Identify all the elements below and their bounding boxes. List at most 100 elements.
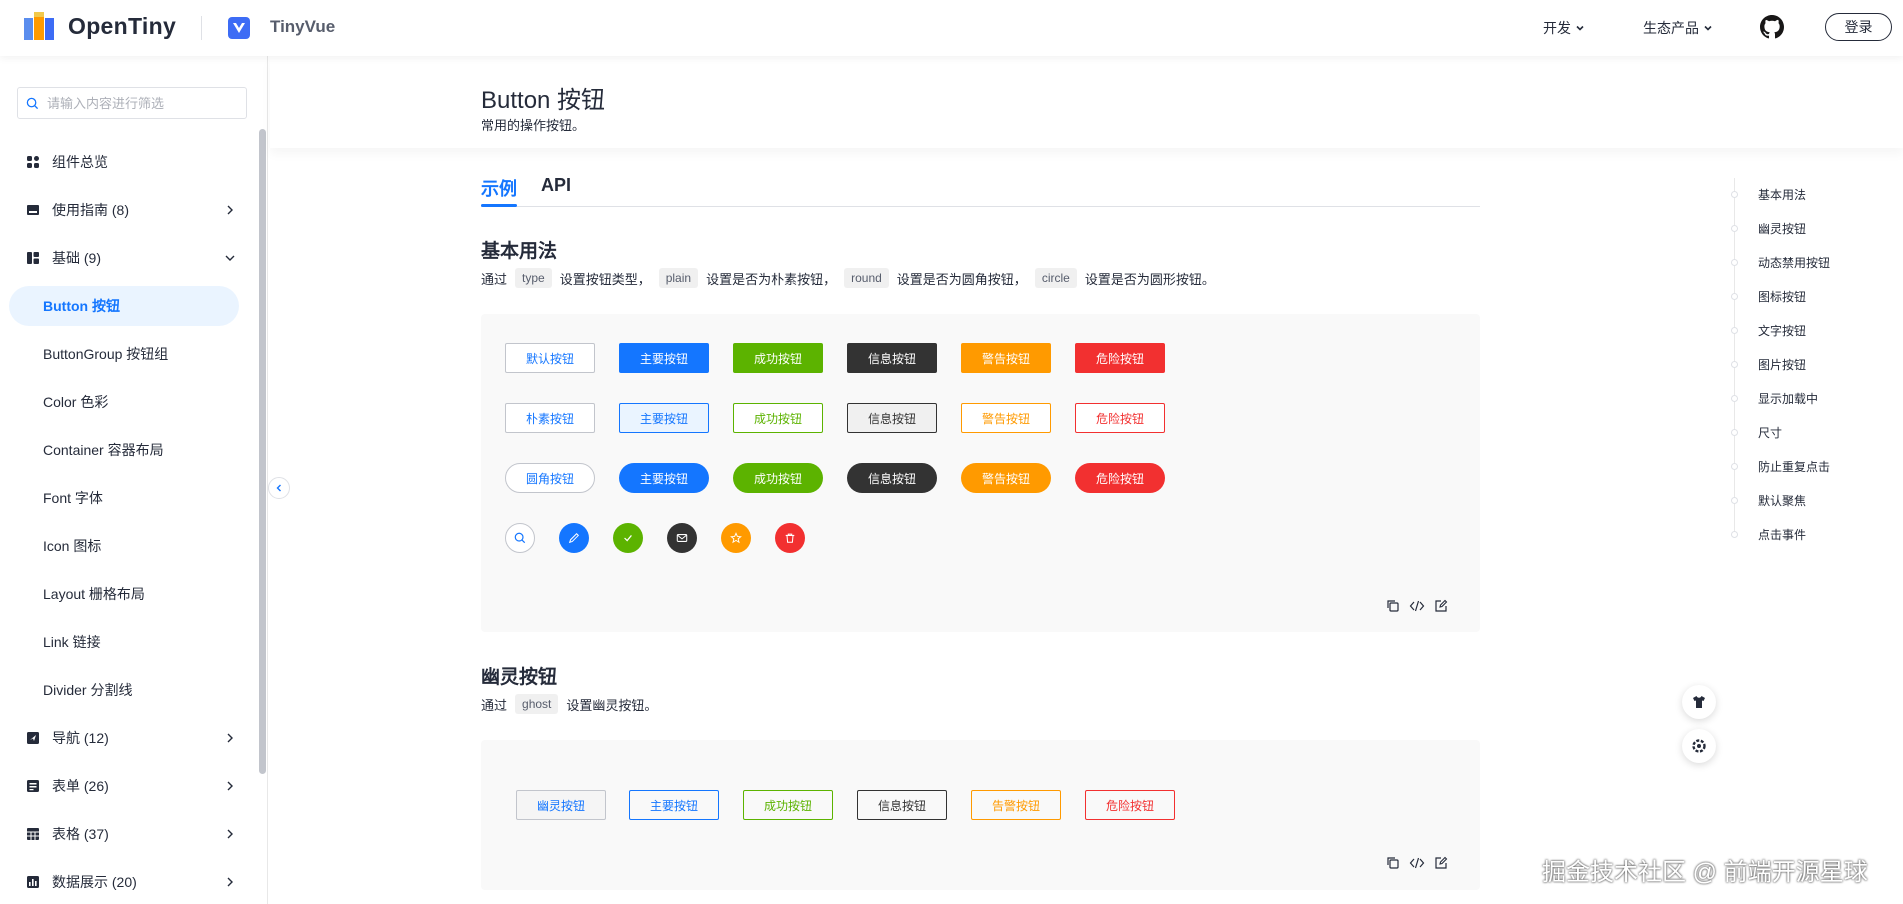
top-header: OpenTiny TinyVue 开发 生态产品 登录: [0, 0, 1903, 56]
edit-icon[interactable]: [1433, 855, 1449, 871]
anchor-item[interactable]: 图片按钮: [1731, 354, 1806, 374]
product-name[interactable]: TinyVue: [270, 17, 335, 37]
sidebar-collapse-button[interactable]: [268, 477, 290, 499]
ghost-danger-button[interactable]: 危险按钮: [1085, 790, 1175, 820]
ghost-warning-button[interactable]: 告警按钮: [971, 790, 1061, 820]
anchor-item[interactable]: 防止重复点击: [1731, 456, 1830, 476]
copy-icon[interactable]: [1385, 855, 1401, 871]
plain-default-button[interactable]: 朴素按钮: [505, 403, 595, 433]
brand-name[interactable]: OpenTiny: [68, 13, 176, 40]
code-view-icon[interactable]: [1409, 855, 1425, 871]
ghost-info-button[interactable]: 信息按钮: [857, 790, 947, 820]
round-primary-button[interactable]: 主要按钮: [619, 463, 709, 493]
anchor-item[interactable]: 点击事件: [1731, 524, 1806, 544]
circle-edit-button[interactable]: [559, 523, 589, 553]
sidebar-item-navigation[interactable]: 导航 (12): [0, 714, 258, 762]
anchor-dot: [1731, 530, 1738, 538]
ghost-default-button[interactable]: 幽灵按钮: [516, 790, 606, 820]
settings-button[interactable]: [1682, 729, 1716, 763]
anchor-item[interactable]: 文字按钮: [1731, 320, 1806, 340]
section-title-ghost: 幽灵按钮: [481, 667, 558, 688]
demo-tools-basic: [1385, 598, 1449, 614]
navigation-icon: [27, 732, 39, 744]
sidebar-item-label: Divider 分割线: [43, 682, 133, 698]
book-icon: [27, 205, 39, 215]
tinyvue-logo: [228, 17, 250, 39]
plain-warning-button[interactable]: 警告按钮: [961, 403, 1051, 433]
anchor-item[interactable]: 基本用法: [1731, 184, 1806, 204]
ghost-success-button[interactable]: 成功按钮: [743, 790, 833, 820]
anchor-item[interactable]: 图标按钮: [1731, 286, 1806, 306]
nav-eco-label: 生态产品: [1643, 20, 1699, 36]
sidebar-item-color[interactable]: Color 色彩: [0, 378, 258, 426]
desc-text: 设置是否为圆角按钮，: [896, 271, 1027, 287]
sidebar-item-table[interactable]: 表格 (37): [0, 810, 258, 858]
sidebar-item-divider[interactable]: Divider 分割线: [0, 666, 258, 714]
plain-info-button[interactable]: 信息按钮: [847, 403, 937, 433]
circle-delete-button[interactable]: [775, 523, 805, 553]
plain-success-button[interactable]: 成功按钮: [733, 403, 823, 433]
sidebar-item-overview[interactable]: 组件总览: [0, 138, 258, 186]
default-button[interactable]: 默认按钮: [505, 343, 595, 373]
sidebar-item-container[interactable]: Container 容器布局: [0, 426, 258, 474]
anchor-item[interactable]: 默认聚焦: [1731, 490, 1806, 510]
round-danger-button[interactable]: 危险按钮: [1075, 463, 1165, 493]
anchor-item[interactable]: 动态禁用按钮: [1731, 252, 1830, 272]
code-plain: plain: [658, 268, 699, 288]
danger-button[interactable]: 危险按钮: [1075, 343, 1165, 373]
copy-icon[interactable]: [1385, 598, 1401, 614]
sidebar-scrollbar[interactable]: [259, 129, 266, 774]
search-icon: [26, 97, 39, 109]
tab-examples[interactable]: 示例: [481, 175, 517, 201]
anchor-item[interactable]: 显示加载中: [1731, 388, 1818, 408]
edit-icon[interactable]: [1433, 598, 1449, 614]
code-view-icon[interactable]: [1409, 598, 1425, 614]
ghost-primary-button[interactable]: 主要按钮: [629, 790, 719, 820]
sidebar-item-basic[interactable]: 基础 (9): [0, 234, 258, 282]
sidebar-item-data-display[interactable]: 数据展示 (20): [0, 858, 258, 904]
circle-star-button[interactable]: [721, 523, 751, 553]
chevron-right-icon: [227, 205, 233, 215]
round-info-button[interactable]: 信息按钮: [847, 463, 937, 493]
circle-mail-button[interactable]: [667, 523, 697, 553]
layout-icon: [27, 252, 39, 264]
plain-primary-button[interactable]: 主要按钮: [619, 403, 709, 433]
sidebar-item-form[interactable]: 表单 (26): [0, 762, 258, 810]
anchor-item[interactable]: 尺寸: [1731, 422, 1782, 442]
anchor-label: 幽灵按钮: [1758, 221, 1807, 236]
nav-dev-menu[interactable]: 开发: [1543, 18, 1585, 38]
sidebar-item-link[interactable]: Link 链接: [0, 618, 258, 666]
nav-eco-menu[interactable]: 生态产品: [1643, 18, 1713, 38]
sidebar-item-label: Link 链接: [43, 634, 101, 650]
sidebar-search-input[interactable]: [47, 95, 237, 111]
tab-api[interactable]: API: [541, 175, 571, 196]
login-button[interactable]: 登录: [1825, 13, 1892, 41]
circle-search-button[interactable]: [505, 523, 535, 553]
anchor-dot: [1731, 190, 1738, 198]
theme-switch-button[interactable]: [1682, 685, 1716, 719]
sidebar-item-font[interactable]: Font 字体: [0, 474, 258, 522]
plain-danger-button[interactable]: 危险按钮: [1075, 403, 1165, 433]
warning-button[interactable]: 警告按钮: [961, 343, 1051, 373]
sidebar-item-label: 组件总览: [52, 154, 108, 170]
primary-button[interactable]: 主要按钮: [619, 343, 709, 373]
info-button[interactable]: 信息按钮: [847, 343, 937, 373]
opentiny-logo[interactable]: [24, 12, 56, 42]
sidebar-item-button[interactable]: Button 按钮: [0, 282, 258, 330]
sidebar-item-label: 表格 (37): [52, 826, 109, 842]
anchor-item[interactable]: 幽灵按钮: [1731, 218, 1806, 238]
sidebar-item-label: Button 按钮: [43, 298, 120, 314]
sidebar-item-buttongroup[interactable]: ButtonGroup 按钮组: [0, 330, 258, 378]
sidebar-item-icon[interactable]: Icon 图标: [0, 522, 258, 570]
chevron-left-icon: [276, 484, 281, 492]
success-button[interactable]: 成功按钮: [733, 343, 823, 373]
round-warning-button[interactable]: 警告按钮: [961, 463, 1051, 493]
sidebar-item-layout[interactable]: Layout 栅格布局: [0, 570, 258, 618]
circle-check-button[interactable]: [613, 523, 643, 553]
sidebar-item-guide[interactable]: 使用指南 (8): [0, 186, 258, 234]
section-title-basic: 基本用法: [481, 241, 558, 262]
round-default-button[interactable]: 圆角按钮: [505, 463, 595, 493]
round-success-button[interactable]: 成功按钮: [733, 463, 823, 493]
github-icon[interactable]: [1760, 15, 1784, 39]
desc-text: 通过: [481, 271, 508, 287]
